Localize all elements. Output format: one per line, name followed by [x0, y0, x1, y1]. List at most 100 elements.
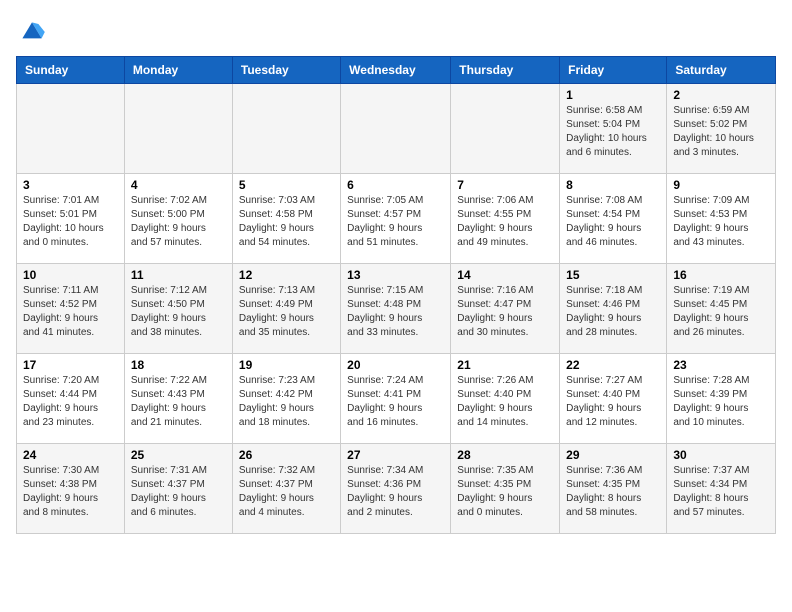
day-number: 17 — [23, 358, 118, 372]
day-info: Sunrise: 7:01 AM Sunset: 5:01 PM Dayligh… — [23, 194, 118, 250]
calendar-cell: 27Sunrise: 7:34 AM Sunset: 4:36 PM Dayli… — [341, 444, 451, 534]
calendar-cell: 6 Sunrise: 7:05 AM Sunset: 4:57 PM Daylig… — [341, 174, 451, 264]
day-number: 28 — [457, 448, 553, 462]
day-info: Sunrise: 7:30 AM Sunset: 4:38 PM Dayligh… — [23, 464, 118, 520]
calendar-cell: 23Sunrise: 7:28 AM Sunset: 4:39 PM Dayli… — [667, 354, 776, 444]
calendar-cell: 20 Sunrise: 7:24 AM Sunset: 4:41 PM Dayli… — [341, 354, 451, 444]
calendar-cell: 14 Sunrise: 7:16 AM Sunset: 4:47 PM Dayli… — [451, 264, 560, 354]
calendar-week-row: 24 Sunrise: 7:30 AM Sunset: 4:38 PM Dayli… — [17, 444, 776, 534]
calendar-cell: 8 Sunrise: 7:08 AM Sunset: 4:54 PM Daylig… — [560, 174, 667, 264]
day-number: 29 — [566, 448, 660, 462]
day-info: Sunrise: 6:59 AM Sunset: 5:02 PM Dayligh… — [673, 104, 769, 160]
calendar-header-tuesday: Tuesday — [232, 57, 340, 84]
day-number: 22 — [566, 358, 660, 372]
calendar-header-thursday: Thursday — [451, 57, 560, 84]
day-info: Sunrise: 7:20 AM Sunset: 4:44 PM Dayligh… — [23, 374, 118, 430]
calendar-cell: 24 Sunrise: 7:30 AM Sunset: 4:38 PM Dayli… — [17, 444, 125, 534]
day-info: Sunrise: 7:05 AM Sunset: 4:57 PM Dayligh… — [347, 194, 444, 250]
calendar-cell — [232, 84, 340, 174]
calendar-week-row: 10Sunrise: 7:11 AM Sunset: 4:52 PM Dayli… — [17, 264, 776, 354]
calendar-cell: 22 Sunrise: 7:27 AM Sunset: 4:40 PM Dayli… — [560, 354, 667, 444]
day-info: Sunrise: 7:08 AM Sunset: 4:54 PM Dayligh… — [566, 194, 660, 250]
day-info: Sunrise: 7:23 AM Sunset: 4:42 PM Dayligh… — [239, 374, 334, 430]
calendar-cell: 16 Sunrise: 7:19 AM Sunset: 4:45 PM Dayli… — [667, 264, 776, 354]
calendar-header-sunday: Sunday — [17, 57, 125, 84]
calendar-cell: 21 Sunrise: 7:26 AM Sunset: 4:40 PM Dayli… — [451, 354, 560, 444]
day-info: Sunrise: 7:34 AM Sunset: 4:36 PM Dayligh… — [347, 464, 444, 520]
day-number: 9 — [673, 178, 769, 192]
calendar-cell: 5 Sunrise: 7:03 AM Sunset: 4:58 PM Daylig… — [232, 174, 340, 264]
day-info: Sunrise: 7:31 AM Sunset: 4:37 PM Dayligh… — [131, 464, 226, 520]
day-number: 13 — [347, 268, 444, 282]
day-info: Sunrise: 7:18 AM Sunset: 4:46 PM Dayligh… — [566, 284, 660, 340]
calendar-cell: 25Sunrise: 7:31 AM Sunset: 4:37 PM Dayli… — [124, 444, 232, 534]
day-info: Sunrise: 7:27 AM Sunset: 4:40 PM Dayligh… — [566, 374, 660, 430]
day-number: 16 — [673, 268, 769, 282]
calendar-cell: 1Sunrise: 6:58 AM Sunset: 5:04 PM Daylig… — [560, 84, 667, 174]
day-number: 7 — [457, 178, 553, 192]
calendar-cell — [341, 84, 451, 174]
calendar-cell: 26Sunrise: 7:32 AM Sunset: 4:37 PM Dayli… — [232, 444, 340, 534]
day-number: 5 — [239, 178, 334, 192]
day-info: Sunrise: 7:09 AM Sunset: 4:53 PM Dayligh… — [673, 194, 769, 250]
logo — [16, 16, 52, 48]
day-number: 8 — [566, 178, 660, 192]
day-number: 19 — [239, 358, 334, 372]
calendar-cell — [451, 84, 560, 174]
day-info: Sunrise: 7:06 AM Sunset: 4:55 PM Dayligh… — [457, 194, 553, 250]
day-number: 18 — [131, 358, 226, 372]
day-number: 11 — [131, 268, 226, 282]
calendar-cell: 28 Sunrise: 7:35 AM Sunset: 4:35 PM Dayli… — [451, 444, 560, 534]
calendar-cell: 29 Sunrise: 7:36 AM Sunset: 4:35 PM Dayli… — [560, 444, 667, 534]
calendar-cell: 17 Sunrise: 7:20 AM Sunset: 4:44 PM Dayli… — [17, 354, 125, 444]
day-info: Sunrise: 7:03 AM Sunset: 4:58 PM Dayligh… — [239, 194, 334, 250]
day-info: Sunrise: 7:15 AM Sunset: 4:48 PM Dayligh… — [347, 284, 444, 340]
calendar-cell: 19 Sunrise: 7:23 AM Sunset: 4:42 PM Dayli… — [232, 354, 340, 444]
calendar-cell: 4 Sunrise: 7:02 AM Sunset: 5:00 PM Daylig… — [124, 174, 232, 264]
day-info: Sunrise: 7:35 AM Sunset: 4:35 PM Dayligh… — [457, 464, 553, 520]
day-info: Sunrise: 7:19 AM Sunset: 4:45 PM Dayligh… — [673, 284, 769, 340]
day-info: Sunrise: 7:26 AM Sunset: 4:40 PM Dayligh… — [457, 374, 553, 430]
day-number: 15 — [566, 268, 660, 282]
calendar-cell: 7 Sunrise: 7:06 AM Sunset: 4:55 PM Daylig… — [451, 174, 560, 264]
calendar-cell: 10Sunrise: 7:11 AM Sunset: 4:52 PM Dayli… — [17, 264, 125, 354]
day-number: 21 — [457, 358, 553, 372]
day-info: Sunrise: 7:37 AM Sunset: 4:34 PM Dayligh… — [673, 464, 769, 520]
calendar-cell: 9 Sunrise: 7:09 AM Sunset: 4:53 PM Daylig… — [667, 174, 776, 264]
day-info: Sunrise: 7:11 AM Sunset: 4:52 PM Dayligh… — [23, 284, 118, 340]
day-info: Sunrise: 7:02 AM Sunset: 5:00 PM Dayligh… — [131, 194, 226, 250]
calendar-cell: 2Sunrise: 6:59 AM Sunset: 5:02 PM Daylig… — [667, 84, 776, 174]
calendar-cell: 3 Sunrise: 7:01 AM Sunset: 5:01 PM Daylig… — [17, 174, 125, 264]
calendar-cell: 15 Sunrise: 7:18 AM Sunset: 4:46 PM Dayli… — [560, 264, 667, 354]
calendar-week-row: 17 Sunrise: 7:20 AM Sunset: 4:44 PM Dayli… — [17, 354, 776, 444]
page-header — [16, 16, 776, 48]
day-number: 3 — [23, 178, 118, 192]
calendar-table: SundayMondayTuesdayWednesdayThursdayFrid… — [16, 56, 776, 534]
day-info: Sunrise: 7:16 AM Sunset: 4:47 PM Dayligh… — [457, 284, 553, 340]
day-number: 4 — [131, 178, 226, 192]
day-number: 12 — [239, 268, 334, 282]
calendar-cell: 30 Sunrise: 7:37 AM Sunset: 4:34 PM Dayli… — [667, 444, 776, 534]
calendar-cell: 13 Sunrise: 7:15 AM Sunset: 4:48 PM Dayli… — [341, 264, 451, 354]
calendar-cell: 18 Sunrise: 7:22 AM Sunset: 4:43 PM Dayli… — [124, 354, 232, 444]
day-number: 26 — [239, 448, 334, 462]
calendar-header-friday: Friday — [560, 57, 667, 84]
day-info: Sunrise: 7:24 AM Sunset: 4:41 PM Dayligh… — [347, 374, 444, 430]
day-info: Sunrise: 6:58 AM Sunset: 5:04 PM Dayligh… — [566, 104, 660, 160]
logo-icon — [16, 16, 48, 48]
day-number: 6 — [347, 178, 444, 192]
day-info: Sunrise: 7:36 AM Sunset: 4:35 PM Dayligh… — [566, 464, 660, 520]
day-number: 24 — [23, 448, 118, 462]
calendar-cell — [17, 84, 125, 174]
day-number: 14 — [457, 268, 553, 282]
calendar-header-saturday: Saturday — [667, 57, 776, 84]
calendar-cell — [124, 84, 232, 174]
day-number: 20 — [347, 358, 444, 372]
calendar-cell: 12 Sunrise: 7:13 AM Sunset: 4:49 PM Dayli… — [232, 264, 340, 354]
day-number: 30 — [673, 448, 769, 462]
day-info: Sunrise: 7:22 AM Sunset: 4:43 PM Dayligh… — [131, 374, 226, 430]
calendar-header-monday: Monday — [124, 57, 232, 84]
day-info: Sunrise: 7:12 AM Sunset: 4:50 PM Dayligh… — [131, 284, 226, 340]
day-info: Sunrise: 7:28 AM Sunset: 4:39 PM Dayligh… — [673, 374, 769, 430]
day-info: Sunrise: 7:13 AM Sunset: 4:49 PM Dayligh… — [239, 284, 334, 340]
